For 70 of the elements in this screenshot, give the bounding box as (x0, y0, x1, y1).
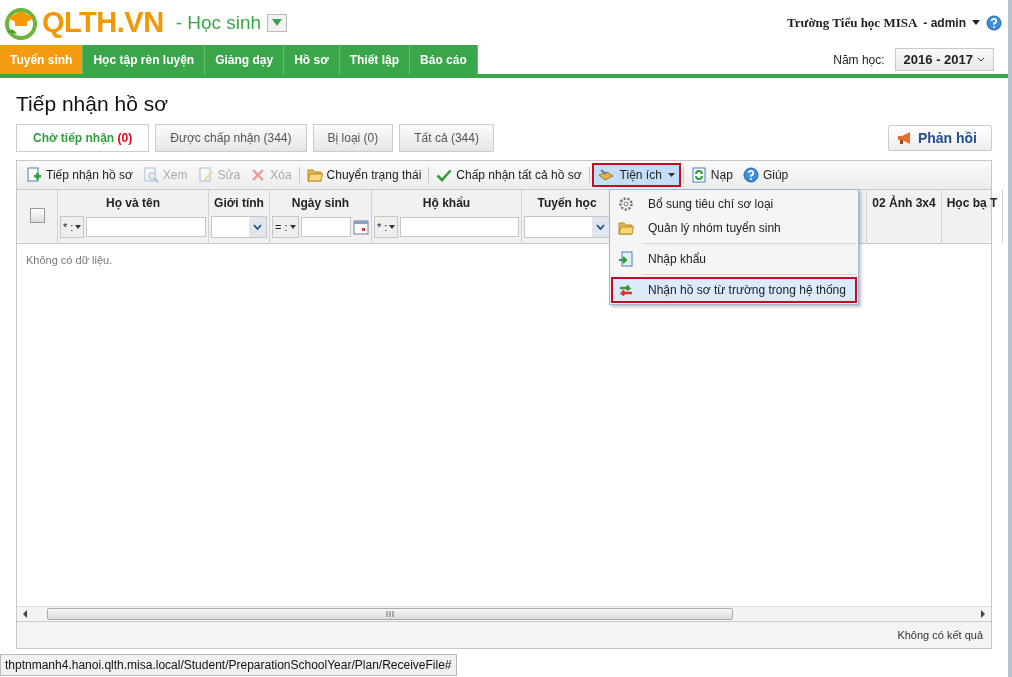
status-tab[interactable]: Được chấp nhận (344) (155, 124, 307, 152)
filter-input[interactable] (300, 217, 351, 237)
caret-icon (389, 225, 396, 229)
toolbar-button[interactable]: Nạp (685, 165, 738, 185)
exchange-arrows-icon (618, 282, 634, 298)
help-icon (742, 167, 759, 183)
status-url-tooltip: thptnmanh4.hanoi.qlth.misa.local/Student/PreparationSchoolYear/Plan/ReceiveFile# (0, 654, 457, 676)
calendar-icon[interactable] (353, 219, 369, 235)
status-tab[interactable]: Chờ tiếp nhận (0) (16, 124, 150, 152)
column-header[interactable]: Hộ khẩu (372, 190, 521, 216)
school-name: Trường Tiểu học MISA (787, 14, 918, 31)
column-header[interactable]: Học bạ T (942, 190, 1002, 216)
add-document-icon (26, 167, 42, 183)
filter-input[interactable] (400, 217, 519, 237)
status-tab[interactable]: Tất cả (344) (399, 124, 494, 152)
operator-dropdown[interactable]: * : (374, 216, 399, 238)
graduation-cap-logo-icon (4, 5, 38, 40)
result-count: Không có kết quả (897, 629, 983, 641)
scrollbar-thumb[interactable] (47, 608, 733, 620)
filter-dropdown[interactable] (211, 216, 267, 238)
module-name: - Học sinh (175, 11, 262, 34)
filter-input[interactable] (86, 217, 206, 237)
scroll-left-icon[interactable] (21, 610, 29, 618)
caret-icon (289, 225, 296, 229)
account-menu[interactable]: - admin (923, 15, 966, 30)
utilities-menu-button[interactable]: Tiện ích (591, 163, 681, 187)
filter-dropdown[interactable] (524, 216, 610, 238)
chevron-down-icon (977, 56, 985, 63)
delete-icon (250, 167, 267, 183)
scroll-right-icon[interactable] (979, 610, 987, 618)
megaphone-icon (896, 130, 913, 146)
empty-message: Không có dữ liệu. (26, 254, 113, 266)
refresh-icon (690, 167, 707, 183)
folder-icon (618, 220, 634, 236)
menu-item[interactable]: Quản lý nhóm tuyển sinh (612, 216, 856, 240)
menu-item[interactable]: Nhập khẩu (612, 247, 856, 271)
toolbar-button[interactable]: Chuyển trạng thái (301, 165, 427, 185)
caret-icon (272, 19, 283, 26)
operator-dropdown[interactable]: * : (60, 216, 85, 238)
caret-icon (75, 225, 82, 229)
toolbar-button[interactable]: Tiếp nhận hồ sơ (21, 165, 138, 185)
caret-icon[interactable] (972, 20, 980, 25)
caret-icon (667, 173, 675, 177)
module-dropdown[interactable] (267, 13, 288, 32)
column-header[interactable]: Họ và tên (58, 190, 208, 216)
checkmark-icon (436, 167, 453, 183)
toolbar-button[interactable]: Giúp (737, 165, 794, 185)
status-tab[interactable]: Bị loại (0) (312, 124, 394, 152)
import-document-icon (618, 251, 634, 267)
menu-item[interactable]: Bổ sung tiêu chí sơ loại (612, 192, 856, 216)
feedback-button[interactable]: Phản hồi (887, 125, 992, 151)
column-header[interactable]: Ngày sinh (270, 190, 371, 216)
year-label: Năm học: (833, 52, 885, 67)
gear-icon (618, 196, 634, 212)
column-header[interactable]: 02 Ảnh 3x4 (867, 190, 941, 216)
folder-icon (306, 167, 323, 183)
column-header[interactable]: Tuyến học (522, 190, 612, 216)
menu-item[interactable]: Nhận hồ sơ từ trường trong hệ thống (612, 278, 856, 302)
logo-text: QLTH.VN (42, 6, 164, 39)
page-title: Tiếp nhận hồ sơ (16, 92, 168, 116)
chevron-down-icon (253, 224, 262, 230)
select-all-checkbox[interactable] (29, 208, 45, 223)
year-dropdown[interactable]: 2016 - 2017 (894, 48, 994, 71)
toolbar-button[interactable]: Chấp nhận tất cả hồ sơ (431, 165, 587, 185)
operator-dropdown[interactable]: = : (272, 216, 299, 238)
chevron-down-icon (596, 224, 605, 230)
magnifier-document-icon (142, 167, 159, 183)
column-header[interactable]: Giới tính (209, 190, 269, 216)
edit-document-icon (197, 167, 214, 183)
help-icon (986, 14, 1002, 31)
